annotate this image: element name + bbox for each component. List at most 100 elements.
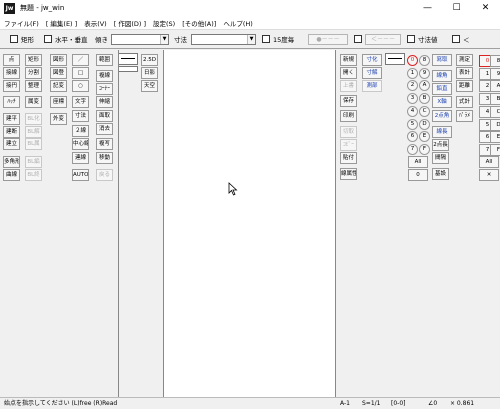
left_tools-1[interactable]: 接線: [3, 67, 20, 79]
left_tools-3[interactable]: ﾊｯﾁ: [3, 96, 20, 108]
rect-checkbox[interactable]: [10, 35, 18, 43]
left_tools-25[interactable]: ○: [72, 80, 89, 92]
left_tools-33[interactable]: 複線: [96, 70, 113, 82]
right_tools-24[interactable]: 式計: [456, 96, 473, 108]
left_tools-42[interactable]: 日影: [141, 67, 158, 79]
layer-zero-button[interactable]: 0: [408, 169, 428, 181]
group_boxes-7[interactable]: B: [490, 93, 500, 105]
right_tools-2[interactable]: 上書: [340, 80, 357, 92]
right_tools-14[interactable]: 鉛直: [432, 83, 452, 95]
right_tools-19[interactable]: 間隔: [432, 152, 449, 164]
left_tools-35[interactable]: 伸縮: [96, 96, 113, 108]
group_boxes-15[interactable]: F: [490, 144, 500, 156]
dimension-combo[interactable]: ▼: [191, 34, 256, 45]
layer_circles-12[interactable]: 6: [407, 131, 418, 142]
layer_circles-13[interactable]: E: [419, 131, 430, 142]
right_tools-21[interactable]: 測定: [456, 54, 473, 66]
left_tools-23[interactable]: ／: [72, 54, 89, 66]
left_tools-4[interactable]: 建平: [3, 113, 20, 125]
left_tools-20[interactable]: 記変: [50, 80, 67, 92]
left_tools-30[interactable]: 連線: [72, 152, 89, 164]
layer_circles-11[interactable]: D: [419, 119, 430, 130]
status-scale[interactable]: S=1/1: [362, 398, 381, 409]
left_tools-27[interactable]: 寸法: [72, 110, 89, 122]
left_tools-18[interactable]: 図形: [50, 54, 67, 66]
status-layer[interactable]: [0-0]: [391, 398, 405, 409]
lt-checkbox[interactable]: [452, 35, 460, 43]
group-all-button[interactable]: All: [479, 156, 499, 168]
layer_circles-2[interactable]: 1: [407, 68, 418, 79]
left_tools-19[interactable]: 図登: [50, 67, 67, 79]
left_tools-39[interactable]: 移動: [96, 152, 113, 164]
left_tools-26[interactable]: 文字: [72, 96, 89, 108]
layer_circles-3[interactable]: 9: [419, 68, 430, 79]
left_tools-13[interactable]: BL化: [25, 113, 42, 125]
left_tools-29[interactable]: 中心線: [72, 138, 89, 150]
right_tools-5[interactable]: 切取: [340, 126, 357, 138]
right_tools-20[interactable]: 基設: [432, 168, 449, 180]
slope-combo[interactable]: ▼: [111, 34, 169, 45]
right_tools-6[interactable]: ｺﾋﾟｰ: [340, 139, 357, 151]
arrow-button[interactable]: ●－－－: [308, 34, 348, 45]
group_boxes-5[interactable]: A: [490, 80, 500, 92]
right-line-swatch[interactable]: [385, 53, 405, 65]
group_boxes-11[interactable]: D: [490, 119, 500, 131]
group-x-button[interactable]: ✕: [479, 169, 499, 181]
left_tools-17[interactable]: BL終: [25, 169, 42, 181]
layer_circles-8[interactable]: 4: [407, 106, 418, 117]
line-color-swatch[interactable]: [118, 66, 138, 72]
left_tools-32[interactable]: 範囲: [96, 54, 113, 66]
right_tools-7[interactable]: 貼付: [340, 152, 357, 164]
left_tools-15[interactable]: BL属: [25, 138, 42, 150]
right_tools-4[interactable]: 印刷: [340, 110, 357, 122]
layer_circles-4[interactable]: 2: [407, 80, 418, 91]
right_tools-8[interactable]: 線属性: [340, 168, 357, 180]
double-arrow-button[interactable]: ＜－－－: [365, 34, 401, 45]
right_tools-23[interactable]: 距離: [456, 80, 473, 92]
layer_circles-14[interactable]: 7: [407, 144, 418, 155]
right_tools-11[interactable]: 測部: [362, 80, 382, 92]
left_tools-5[interactable]: 建断: [3, 126, 20, 138]
layer_circles-6[interactable]: 3: [407, 93, 418, 104]
close-button[interactable]: ✕: [471, 0, 500, 16]
layer_circles-5[interactable]: A: [419, 80, 430, 91]
layer_circles-10[interactable]: 5: [407, 119, 418, 130]
double-arrow-checkbox[interactable]: [354, 35, 362, 43]
left_tools-9[interactable]: 矩形: [25, 54, 42, 66]
right_tools-25[interactable]: ﾊﾟﾗﾒ: [456, 110, 473, 122]
right_tools-22[interactable]: 表計: [456, 67, 473, 79]
status-angle[interactable]: ∠0: [428, 398, 437, 409]
left_tools-21[interactable]: 座標: [50, 96, 67, 108]
left_tools-41[interactable]: 2.5D: [141, 54, 158, 66]
left_tools-28[interactable]: ２線: [72, 125, 89, 137]
left_tools-11[interactable]: 整理: [25, 80, 42, 92]
left_tools-6[interactable]: 建立: [3, 138, 20, 150]
left_tools-22[interactable]: 外変: [50, 113, 67, 125]
status-zoom[interactable]: × 0.861: [450, 398, 474, 409]
group_boxes-9[interactable]: C: [490, 106, 500, 118]
menu-edit[interactable]: [ 編集(E) ]: [46, 18, 77, 28]
left_tools-34[interactable]: ｺｰﾅｰ: [96, 83, 113, 95]
left_tools-12[interactable]: 属変: [25, 96, 42, 108]
right_tools-9[interactable]: 寸化: [362, 54, 382, 66]
layer-all-button[interactable]: All: [408, 156, 428, 168]
layer_circles-15[interactable]: F: [419, 144, 430, 155]
hv-checkbox[interactable]: [44, 35, 52, 43]
left_tools-0[interactable]: 点: [3, 54, 20, 66]
left_tools-40[interactable]: 戻る: [96, 169, 113, 181]
dim-value-checkbox[interactable]: [407, 35, 415, 43]
left_tools-7[interactable]: 多角形: [3, 156, 20, 168]
layer_circles-9[interactable]: C: [419, 106, 430, 117]
right_tools-16[interactable]: 2点角: [432, 110, 452, 122]
menu-view[interactable]: 表示(V): [84, 18, 107, 28]
left_tools-10[interactable]: 分割: [25, 67, 42, 79]
left_tools-14[interactable]: BL解: [25, 126, 42, 138]
left_tools-37[interactable]: 消去: [96, 123, 113, 135]
right_tools-15[interactable]: X軸: [432, 96, 452, 108]
maximize-button[interactable]: ☐: [442, 0, 471, 16]
menu-file[interactable]: ファイル(F): [4, 18, 39, 28]
line-type-swatch[interactable]: [118, 53, 138, 65]
left_tools-36[interactable]: 面取: [96, 110, 113, 122]
left_tools-24[interactable]: □: [72, 67, 89, 79]
right_tools-13[interactable]: 線角: [432, 70, 452, 82]
